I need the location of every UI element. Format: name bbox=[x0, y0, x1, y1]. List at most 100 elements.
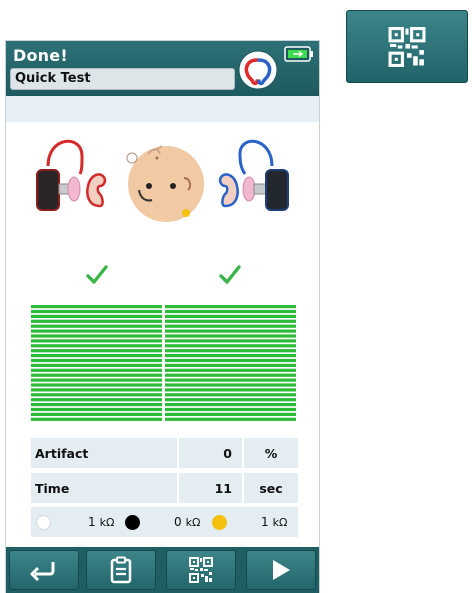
impedance-white: 1 kΩ bbox=[88, 507, 114, 537]
play-button[interactable] bbox=[246, 550, 316, 590]
impedance-black-unit: kΩ bbox=[185, 515, 201, 529]
time-row: Time 11 sec bbox=[31, 473, 298, 503]
bottom-toolbar bbox=[6, 547, 319, 593]
left-response-bar-segment bbox=[31, 339, 162, 343]
qr-code-icon bbox=[189, 557, 213, 583]
status-subbar bbox=[6, 96, 319, 122]
left-response-bar-segment bbox=[31, 388, 162, 392]
left-response-bar-segment bbox=[31, 305, 162, 309]
left-response-bar-segment bbox=[31, 403, 162, 407]
return-icon bbox=[30, 562, 55, 581]
test-name-label: Quick Test bbox=[15, 71, 91, 86]
impedance-black-value: 0 bbox=[174, 515, 182, 529]
qr-code-icon bbox=[388, 26, 426, 67]
response-bars bbox=[31, 305, 296, 421]
artifact-row: Artifact 0 % bbox=[31, 438, 298, 468]
report-button[interactable] bbox=[86, 550, 156, 590]
left-response-bar-segment bbox=[31, 309, 162, 314]
right-response-bar-segment bbox=[165, 319, 296, 323]
right-response-bar-segment bbox=[165, 314, 296, 318]
left-response-bar-segment bbox=[31, 383, 162, 387]
page-title: Done! bbox=[13, 46, 68, 65]
left-response-bar-segment bbox=[31, 368, 162, 372]
impedance-yellow-value: 1 bbox=[261, 515, 269, 529]
left-ear-icon bbox=[86, 173, 107, 208]
right-response-bar-segment bbox=[165, 407, 296, 412]
right-response-bar-segment bbox=[165, 398, 296, 402]
right-response-bar-segment bbox=[165, 354, 296, 358]
impedance-row: 1 kΩ 0 kΩ 1 kΩ bbox=[31, 507, 298, 537]
left-response-bar-segment bbox=[31, 329, 162, 333]
left-response-bar-segment bbox=[31, 314, 162, 318]
left-probe-icon bbox=[36, 169, 81, 211]
right-response-bar-segment bbox=[165, 309, 296, 314]
right-response-bar-segment bbox=[165, 388, 296, 392]
qr-code-button[interactable] bbox=[166, 550, 236, 590]
right-response-bar-segment bbox=[165, 378, 296, 382]
left-response-bar bbox=[31, 305, 162, 421]
right-response-bar-segment bbox=[165, 393, 296, 397]
right-response-bar-segment bbox=[165, 358, 296, 363]
right-response-bar-segment bbox=[165, 412, 296, 416]
time-unit: sec bbox=[244, 473, 298, 503]
left-response-bar-segment bbox=[31, 363, 162, 367]
right-response-bar-segment bbox=[165, 329, 296, 333]
right-response-bar-segment bbox=[165, 349, 296, 353]
left-response-bar-segment bbox=[31, 417, 162, 421]
right-response-bar-segment bbox=[165, 417, 296, 421]
left-response-bar-segment bbox=[31, 378, 162, 382]
white-electrode-icon bbox=[36, 515, 51, 530]
header-bar: Done! Quick Test bbox=[6, 41, 319, 96]
left-response-bar-segment bbox=[31, 373, 162, 377]
right-response-bar-segment bbox=[165, 363, 296, 367]
impedance-white-unit: kΩ bbox=[99, 515, 115, 529]
return-button[interactable] bbox=[9, 550, 79, 590]
artifact-label: Artifact bbox=[31, 438, 177, 468]
right-response-bar-segment bbox=[165, 383, 296, 387]
impedance-yellow-unit: kΩ bbox=[272, 515, 288, 529]
right-response-bar-segment bbox=[165, 324, 296, 328]
artifact-value: 0 bbox=[179, 438, 242, 468]
device-screen: Done! Quick Test Artifact 0 % Time 11 se… bbox=[5, 40, 320, 593]
time-label: Time bbox=[31, 473, 177, 503]
left-response-bar-segment bbox=[31, 319, 162, 323]
right-response-bar-segment bbox=[165, 403, 296, 407]
left-response-bar-segment bbox=[31, 393, 162, 397]
right-response-bar-segment bbox=[165, 305, 296, 309]
right-check-icon bbox=[219, 265, 241, 284]
binaural-ears-icon bbox=[238, 50, 278, 90]
right-response-bar-segment bbox=[165, 334, 296, 338]
left-response-bar-segment bbox=[31, 412, 162, 416]
yellow-electrode-icon bbox=[212, 515, 227, 530]
right-probe-cable-icon bbox=[238, 139, 274, 175]
impedance-black: 0 kΩ bbox=[174, 507, 200, 537]
patient-illustration bbox=[36, 139, 289, 222]
left-check-icon bbox=[86, 265, 108, 284]
right-response-bar bbox=[165, 305, 296, 421]
left-response-bar-segment bbox=[31, 398, 162, 402]
right-response-bar-segment bbox=[165, 373, 296, 377]
test-name-field: Quick Test bbox=[10, 68, 235, 90]
left-response-bar-segment bbox=[31, 407, 162, 412]
impedance-white-value: 1 bbox=[88, 515, 96, 529]
right-ear-icon bbox=[218, 173, 239, 208]
black-electrode-icon bbox=[125, 515, 140, 530]
left-response-bar-segment bbox=[31, 334, 162, 338]
left-response-bar-segment bbox=[31, 344, 162, 348]
clipboard-icon bbox=[110, 556, 132, 584]
time-value: 11 bbox=[179, 473, 242, 503]
battery-icon bbox=[284, 46, 313, 62]
left-response-bar-segment bbox=[31, 349, 162, 353]
right-response-bar-segment bbox=[165, 339, 296, 343]
right-response-bar-segment bbox=[165, 344, 296, 348]
left-response-bar-segment bbox=[31, 324, 162, 328]
right-response-bar-segment bbox=[165, 368, 296, 372]
impedance-yellow: 1 kΩ bbox=[261, 507, 287, 537]
play-icon bbox=[273, 560, 290, 580]
qr-code-side-button[interactable] bbox=[346, 10, 468, 83]
baby-face-icon bbox=[126, 145, 204, 222]
right-probe-icon bbox=[242, 169, 289, 211]
artifact-unit: % bbox=[244, 438, 298, 468]
left-response-bar-segment bbox=[31, 358, 162, 363]
left-response-bar-segment bbox=[31, 354, 162, 358]
